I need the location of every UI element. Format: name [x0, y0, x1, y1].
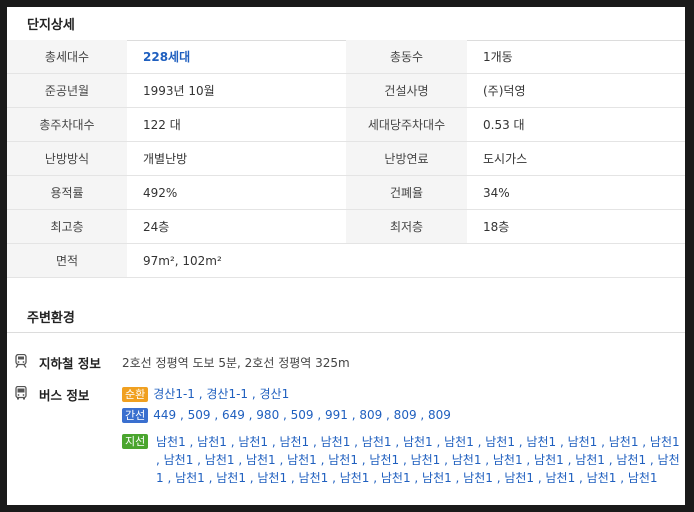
value-heating-method: 개별난방: [127, 141, 346, 176]
value-completion-date: 1993년 10월: [127, 73, 346, 108]
branch-badge: 지선: [122, 434, 149, 449]
table-row: 난방방식 개별난방 난방연료 도시가스: [7, 141, 685, 176]
bus-line-trunk: 간선 449 , 509 , 649 , 980 , 509 , 991 , 80…: [122, 406, 682, 424]
label-heating-fuel: 난방연료: [346, 141, 467, 176]
table-row: 면적 97m², 102m²: [7, 243, 685, 278]
value-parking-per-household: 0.53 대: [467, 107, 685, 142]
value-heating-fuel: 도시가스: [467, 141, 685, 176]
value-floor-area-ratio: 492%: [127, 175, 346, 210]
label-total-parking: 총주차대수: [7, 107, 127, 142]
table-row: 최고층 24층 최저층 18층: [7, 209, 685, 244]
detail-section-title: 단지상세: [27, 18, 75, 33]
value-total-parking: 122 대: [127, 107, 346, 142]
value-min-floor: 18층: [467, 209, 685, 244]
table-row: 준공년월 1993년 10월 건설사명 (주)덕영: [7, 73, 685, 108]
branch-routes[interactable]: 남천1 , 남천1 , 남천1 , 남천1 , 남천1 , 남천1 , 남천1 …: [156, 433, 681, 487]
label-building-coverage: 건폐율: [346, 175, 467, 210]
value-max-floor: 24층: [127, 209, 346, 244]
circular-routes[interactable]: 경산1-1 , 경산1-1 , 경산1: [153, 387, 289, 401]
trunk-routes[interactable]: 449 , 509 , 649 , 980 , 509 , 991 , 809 …: [153, 408, 451, 422]
label-area: 면적: [7, 243, 127, 278]
subway-label: 지하철 정보: [39, 356, 101, 371]
label-completion-date: 준공년월: [7, 73, 127, 108]
label-parking-per-household: 세대당주차대수: [346, 107, 467, 142]
label-builder: 건설사명: [346, 73, 467, 108]
table-row: 용적률 492% 건폐율 34%: [7, 175, 685, 210]
trunk-badge: 간선: [122, 408, 149, 423]
value-total-buildings: 1개동: [467, 40, 685, 74]
table-row: 총주차대수 122 대 세대당주차대수 0.53 대: [7, 107, 685, 142]
bus-label: 버스 정보: [39, 388, 90, 403]
label-max-floor: 최고층: [7, 209, 127, 244]
complex-detail-panel: 단지상세 총세대수 228세대 총동수 1개동 준공년월 1993년 10월 건…: [7, 7, 685, 505]
value-area: 97m², 102m²: [127, 243, 346, 278]
value-builder: (주)덕영: [467, 73, 685, 108]
divider: [7, 332, 685, 333]
label-total-buildings: 총동수: [346, 40, 467, 74]
train-icon: [15, 353, 27, 368]
label-heating-method: 난방방식: [7, 141, 127, 176]
label-floor-area-ratio: 용적률: [7, 175, 127, 210]
circular-badge: 순환: [122, 387, 149, 402]
value-building-coverage: 34%: [467, 175, 685, 210]
env-section-title: 주변환경: [27, 311, 75, 326]
bus-line-circular: 순환 경산1-1 , 경산1-1 , 경산1: [122, 385, 682, 403]
label-total-households: 총세대수: [7, 40, 127, 74]
total-households-link[interactable]: 228세대: [143, 50, 190, 64]
detail-table: 총세대수 228세대 총동수 1개동 준공년월 1993년 10월 건설사명 (…: [7, 40, 685, 278]
subway-info-row: 지하철 정보 2호선 정평역 도보 5분, 2호선 정평역 325m: [7, 353, 685, 371]
table-row: 총세대수 228세대 총동수 1개동: [7, 40, 685, 74]
label-min-floor: 최저층: [346, 209, 467, 244]
subway-text: 2호선 정평역 도보 5분, 2호선 정평역 325m: [122, 356, 350, 370]
bus-icon: [15, 385, 27, 400]
